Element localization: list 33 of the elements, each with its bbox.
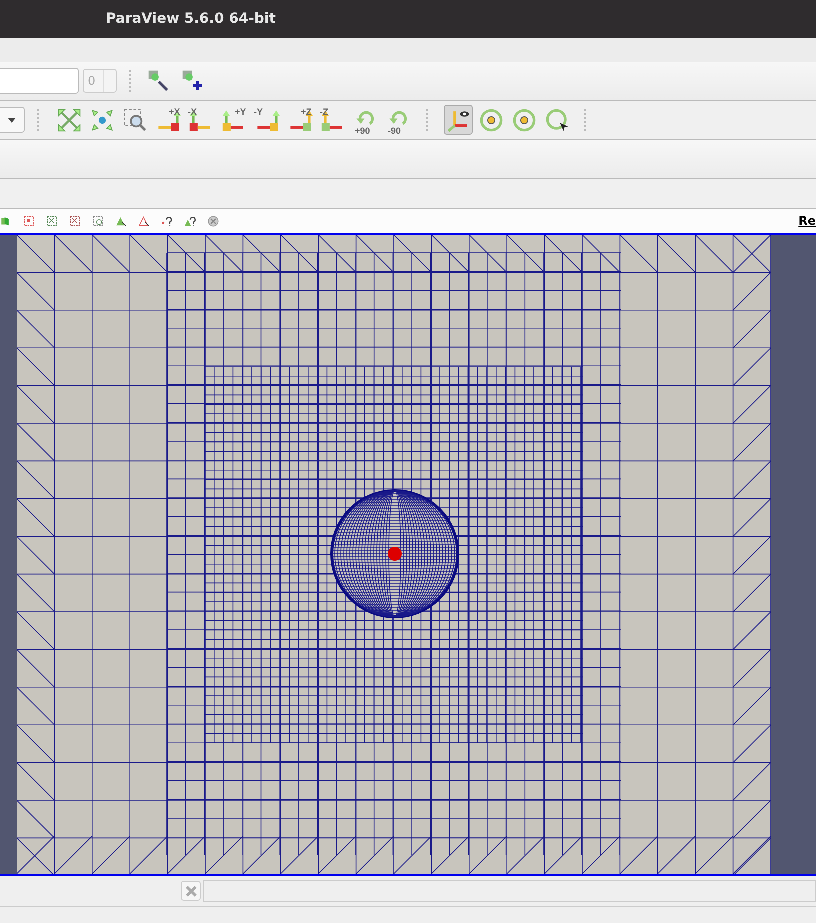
- interactive-point-icon[interactable]: [138, 214, 151, 228]
- rotate-button[interactable]: +90: [352, 105, 381, 135]
- interactive-cell-icon[interactable]: [115, 214, 128, 228]
- rotate-button[interactable]: -90: [385, 105, 414, 135]
- command-field[interactable]: [203, 880, 816, 902]
- block-selection-icon[interactable]: [92, 214, 105, 228]
- view-link[interactable]: Re: [798, 214, 816, 228]
- view-direction-button[interactable]: -X: [187, 105, 216, 135]
- frustum-points-icon[interactable]: [69, 214, 82, 228]
- window-title: ParaView 5.6.0 64-bit: [106, 11, 276, 27]
- dropdown[interactable]: [0, 107, 25, 133]
- view-direction-button[interactable]: -Z: [319, 105, 348, 135]
- view-direction-button[interactable]: -Y: [253, 105, 282, 135]
- rotation-icon: [512, 106, 537, 134]
- zoom-box-icon: [123, 106, 148, 134]
- view-direction-button[interactable]: +X: [154, 105, 183, 135]
- clear-button[interactable]: [181, 881, 201, 901]
- close-icon: [186, 886, 196, 896]
- point-selection-icon[interactable]: [23, 214, 36, 228]
- show-axes-button[interactable]: [444, 105, 473, 135]
- view-direction-button[interactable]: +Z: [286, 105, 315, 135]
- frustum-selection-icon[interactable]: [46, 214, 59, 228]
- cell-query-icon[interactable]: [184, 214, 197, 228]
- expand-arrows-icon: [57, 106, 82, 134]
- view-direction-button[interactable]: +Y: [220, 105, 249, 135]
- time-field[interactable]: [0, 68, 79, 94]
- caret-icon: [8, 118, 16, 122]
- point-query-icon[interactable]: [161, 214, 174, 228]
- rotation-cursor-icon: [545, 106, 570, 134]
- clear-selection-icon[interactable]: [207, 214, 220, 228]
- camera-wrench-icon[interactable]: [147, 69, 171, 93]
- camera-add-icon[interactable]: [181, 69, 205, 93]
- rotation-icon: [479, 106, 504, 134]
